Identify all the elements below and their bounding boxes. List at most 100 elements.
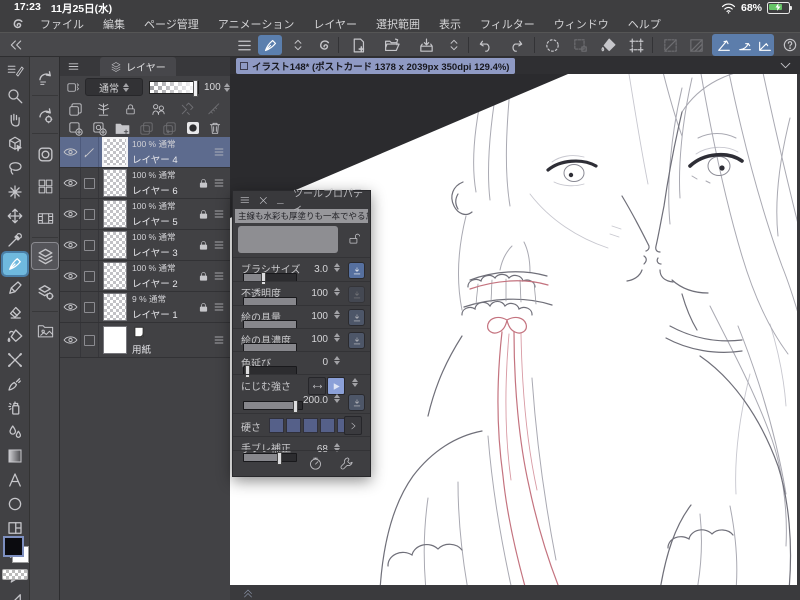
undo-icon[interactable] [474, 35, 498, 55]
snap-grid-icon[interactable] [753, 35, 777, 55]
clipping-mask-icon[interactable] [67, 101, 84, 118]
layer-row-paper[interactable]: 用紙 [60, 323, 230, 358]
redo-icon[interactable] [504, 35, 528, 55]
tool-eraser[interactable] [3, 301, 27, 323]
layer-drag-handle[interactable] [213, 335, 225, 345]
tool-figure[interactable] [3, 493, 27, 515]
blend-mode-select[interactable]: 通常 [85, 78, 143, 96]
tool-gradient[interactable] [3, 445, 27, 467]
menu-animation[interactable]: アニメーション [218, 16, 295, 32]
dock-brush-size-icon[interactable] [32, 141, 58, 167]
paper-thumbnail[interactable] [103, 326, 127, 354]
open-file-icon[interactable] [380, 35, 404, 55]
tool-hand[interactable] [3, 109, 27, 131]
opacity-knob[interactable] [193, 79, 198, 97]
new-document-icon[interactable] [346, 35, 370, 55]
tool-paint-bucket[interactable] [3, 325, 27, 347]
dock-timeline-icon[interactable] [32, 205, 58, 231]
hamburger-icon[interactable] [232, 35, 256, 55]
dock-subtool-icon[interactable] [32, 101, 58, 127]
tool-text[interactable] [3, 469, 27, 491]
brush-name[interactable]: 主線も水彩も厚塗りも一本でやる怠けものブ [235, 209, 368, 223]
menu-window[interactable]: ウィンドウ [554, 16, 609, 32]
visibility-eye-icon[interactable] [60, 301, 80, 313]
layer-drag-handle[interactable] [213, 240, 225, 250]
menu-view[interactable]: 表示 [439, 16, 461, 32]
expand-bottom-panel-icon[interactable] [242, 587, 254, 599]
layer-thumbnail[interactable] [103, 231, 127, 259]
save-stepper-icon[interactable] [442, 35, 466, 55]
visibility-eye-icon[interactable] [60, 270, 80, 282]
menu-page[interactable]: ページ管理 [144, 16, 199, 32]
layer-checkbox[interactable] [80, 323, 99, 357]
layer-row-layer2[interactable]: 100 % 通常 レイヤー 2 [60, 261, 230, 292]
current-tool-pen-button[interactable] [258, 35, 282, 55]
document-tab[interactable]: イラスト148* (ポストカード 1378 x 2039px 350dpi 12… [236, 57, 516, 74]
menu-layer[interactable]: レイヤー [313, 16, 357, 32]
layer-checkbox[interactable] [80, 199, 99, 229]
stepper-icon[interactable] [334, 356, 340, 365]
layer-drag-handle[interactable] [213, 209, 225, 219]
reset-gauge-icon[interactable] [308, 456, 323, 471]
menu-filter[interactable]: フィルター [480, 16, 535, 32]
clip-studio-logo[interactable] [10, 17, 26, 32]
stepper-icon[interactable] [334, 394, 340, 403]
tool-auto-select[interactable] [3, 181, 27, 203]
layer-checkbox[interactable] [80, 261, 99, 291]
layer-opacity-slider[interactable] [149, 79, 199, 97]
panel-menu-icon[interactable] [239, 194, 251, 206]
menu-file[interactable]: ファイル [40, 16, 84, 32]
visibility-eye-icon[interactable] [60, 146, 80, 158]
tool-decoration[interactable] [3, 373, 27, 395]
quick-mask-icon[interactable] [185, 120, 201, 136]
visibility-eye-icon[interactable] [60, 177, 80, 189]
dock-layer-property-icon[interactable] [32, 279, 58, 305]
layer-drag-handle[interactable] [213, 147, 225, 157]
new-layer-settings-icon[interactable] [91, 120, 108, 137]
menu-selection[interactable]: 選択範囲 [376, 16, 420, 32]
transparent-color-swatch[interactable] [2, 569, 28, 580]
dock-material-icon[interactable] [32, 317, 58, 343]
blur-mode-slider-button[interactable] [308, 377, 326, 395]
tool-blend[interactable] [3, 349, 27, 371]
unlock-icon[interactable] [347, 232, 361, 246]
tool-zoom[interactable] [3, 85, 27, 107]
opacity-stepper-icon[interactable] [223, 82, 230, 92]
layer-drag-handle[interactable] [213, 271, 225, 281]
tool-object[interactable] [3, 133, 27, 155]
clip-studio-button[interactable] [312, 35, 336, 55]
combine-view-icon[interactable] [150, 101, 167, 118]
register-value-button[interactable] [348, 332, 365, 349]
register-value-button[interactable] [348, 309, 365, 326]
tool-move[interactable] [3, 205, 27, 227]
tool-eyedropper[interactable] [3, 229, 27, 251]
layer-thumbnail[interactable] [102, 137, 128, 167]
stepper-icon[interactable] [334, 287, 340, 296]
dock-layer-icon[interactable] [31, 242, 59, 270]
tool-pencil[interactable] [3, 277, 27, 299]
main-color-swatch[interactable] [3, 536, 24, 557]
layer-drag-handle[interactable] [213, 178, 225, 188]
fill-tool-icon[interactable] [596, 35, 620, 55]
save-export-icon[interactable] [414, 35, 438, 55]
dock-color-set-icon[interactable] [32, 173, 58, 199]
stepper-icon[interactable] [334, 310, 340, 319]
register-value-button[interactable] [348, 394, 365, 411]
panel-menu-icon[interactable] [67, 60, 80, 73]
dock-tool-icon[interactable] [32, 63, 58, 89]
menu-help[interactable]: ヘルプ [628, 16, 661, 32]
layer-row-layer5[interactable]: 100 % 通常 レイヤー 5 [60, 199, 230, 230]
menu-edit[interactable]: 編集 [103, 16, 125, 32]
new-folder-icon[interactable] [114, 120, 131, 137]
visibility-eye-icon[interactable] [60, 208, 80, 220]
layer-row-layer3[interactable]: 100 % 通常 レイヤー 3 [60, 230, 230, 261]
tool-airbrush[interactable] [3, 397, 27, 419]
tab-layers[interactable]: レイヤー [100, 57, 176, 76]
register-value-button[interactable] [348, 262, 365, 279]
transform-frame-icon[interactable] [624, 35, 648, 55]
hardness-level-squares[interactable] [269, 418, 354, 436]
collapse-panel-icon[interactable] [4, 35, 28, 55]
close-icon[interactable] [258, 195, 269, 206]
tool-ruler[interactable] [3, 589, 27, 600]
tool-menu-icon[interactable] [3, 59, 27, 81]
